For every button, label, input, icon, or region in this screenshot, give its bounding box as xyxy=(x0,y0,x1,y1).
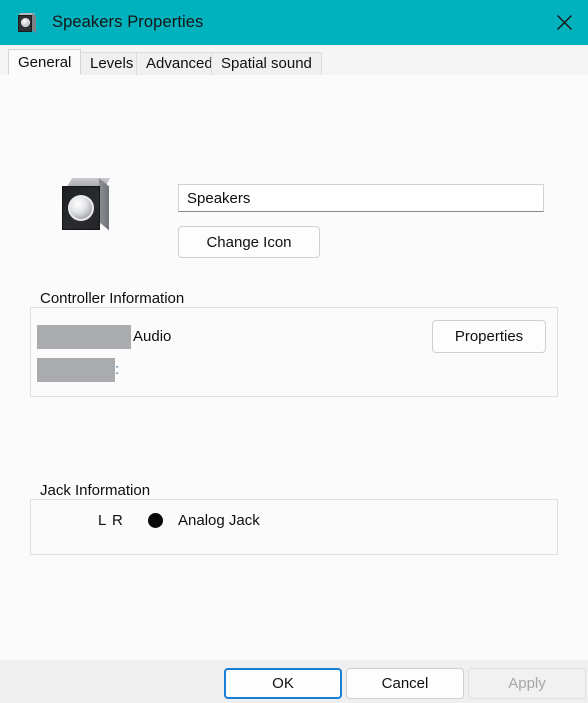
jack-channels-label: L R xyxy=(98,512,124,529)
device-name-input[interactable] xyxy=(178,184,544,212)
tab-strip: General Levels Advanced Spatial sound xyxy=(0,45,588,76)
speakers-properties-dialog: Speakers Properties General Levels Advan… xyxy=(0,0,588,703)
jack-information-legend: Jack Information xyxy=(36,482,155,499)
close-icon[interactable] xyxy=(541,0,588,45)
tab-advanced[interactable]: Advanced xyxy=(136,52,223,75)
speaker-icon xyxy=(62,178,112,231)
title-bar: Speakers Properties xyxy=(0,0,588,45)
ok-button[interactable]: OK xyxy=(224,668,342,699)
jack-connector-icon xyxy=(148,513,163,528)
jack-type-label: Analog Jack xyxy=(178,512,260,529)
dialog-button-bar: OK Cancel Apply xyxy=(0,660,588,703)
change-icon-button[interactable]: Change Icon xyxy=(178,226,320,258)
apply-button[interactable]: Apply xyxy=(468,668,586,699)
redaction-block xyxy=(37,325,131,349)
window-title: Speakers Properties xyxy=(52,13,204,31)
cancel-button[interactable]: Cancel xyxy=(346,668,464,699)
tab-general[interactable]: General xyxy=(8,49,82,75)
controller-name-text: Audio xyxy=(133,328,172,345)
redaction-block xyxy=(37,358,115,382)
controller-information-legend: Controller Information xyxy=(36,290,189,307)
controller-properties-button[interactable]: Properties xyxy=(432,320,546,353)
controller-detail-text: : xyxy=(115,361,120,378)
tab-levels[interactable]: Levels xyxy=(80,52,144,75)
tab-spatial-sound[interactable]: Spatial sound xyxy=(211,52,322,75)
speaker-icon xyxy=(17,12,38,33)
general-tab-panel: Change Icon Controller Information Audio… xyxy=(0,75,588,703)
